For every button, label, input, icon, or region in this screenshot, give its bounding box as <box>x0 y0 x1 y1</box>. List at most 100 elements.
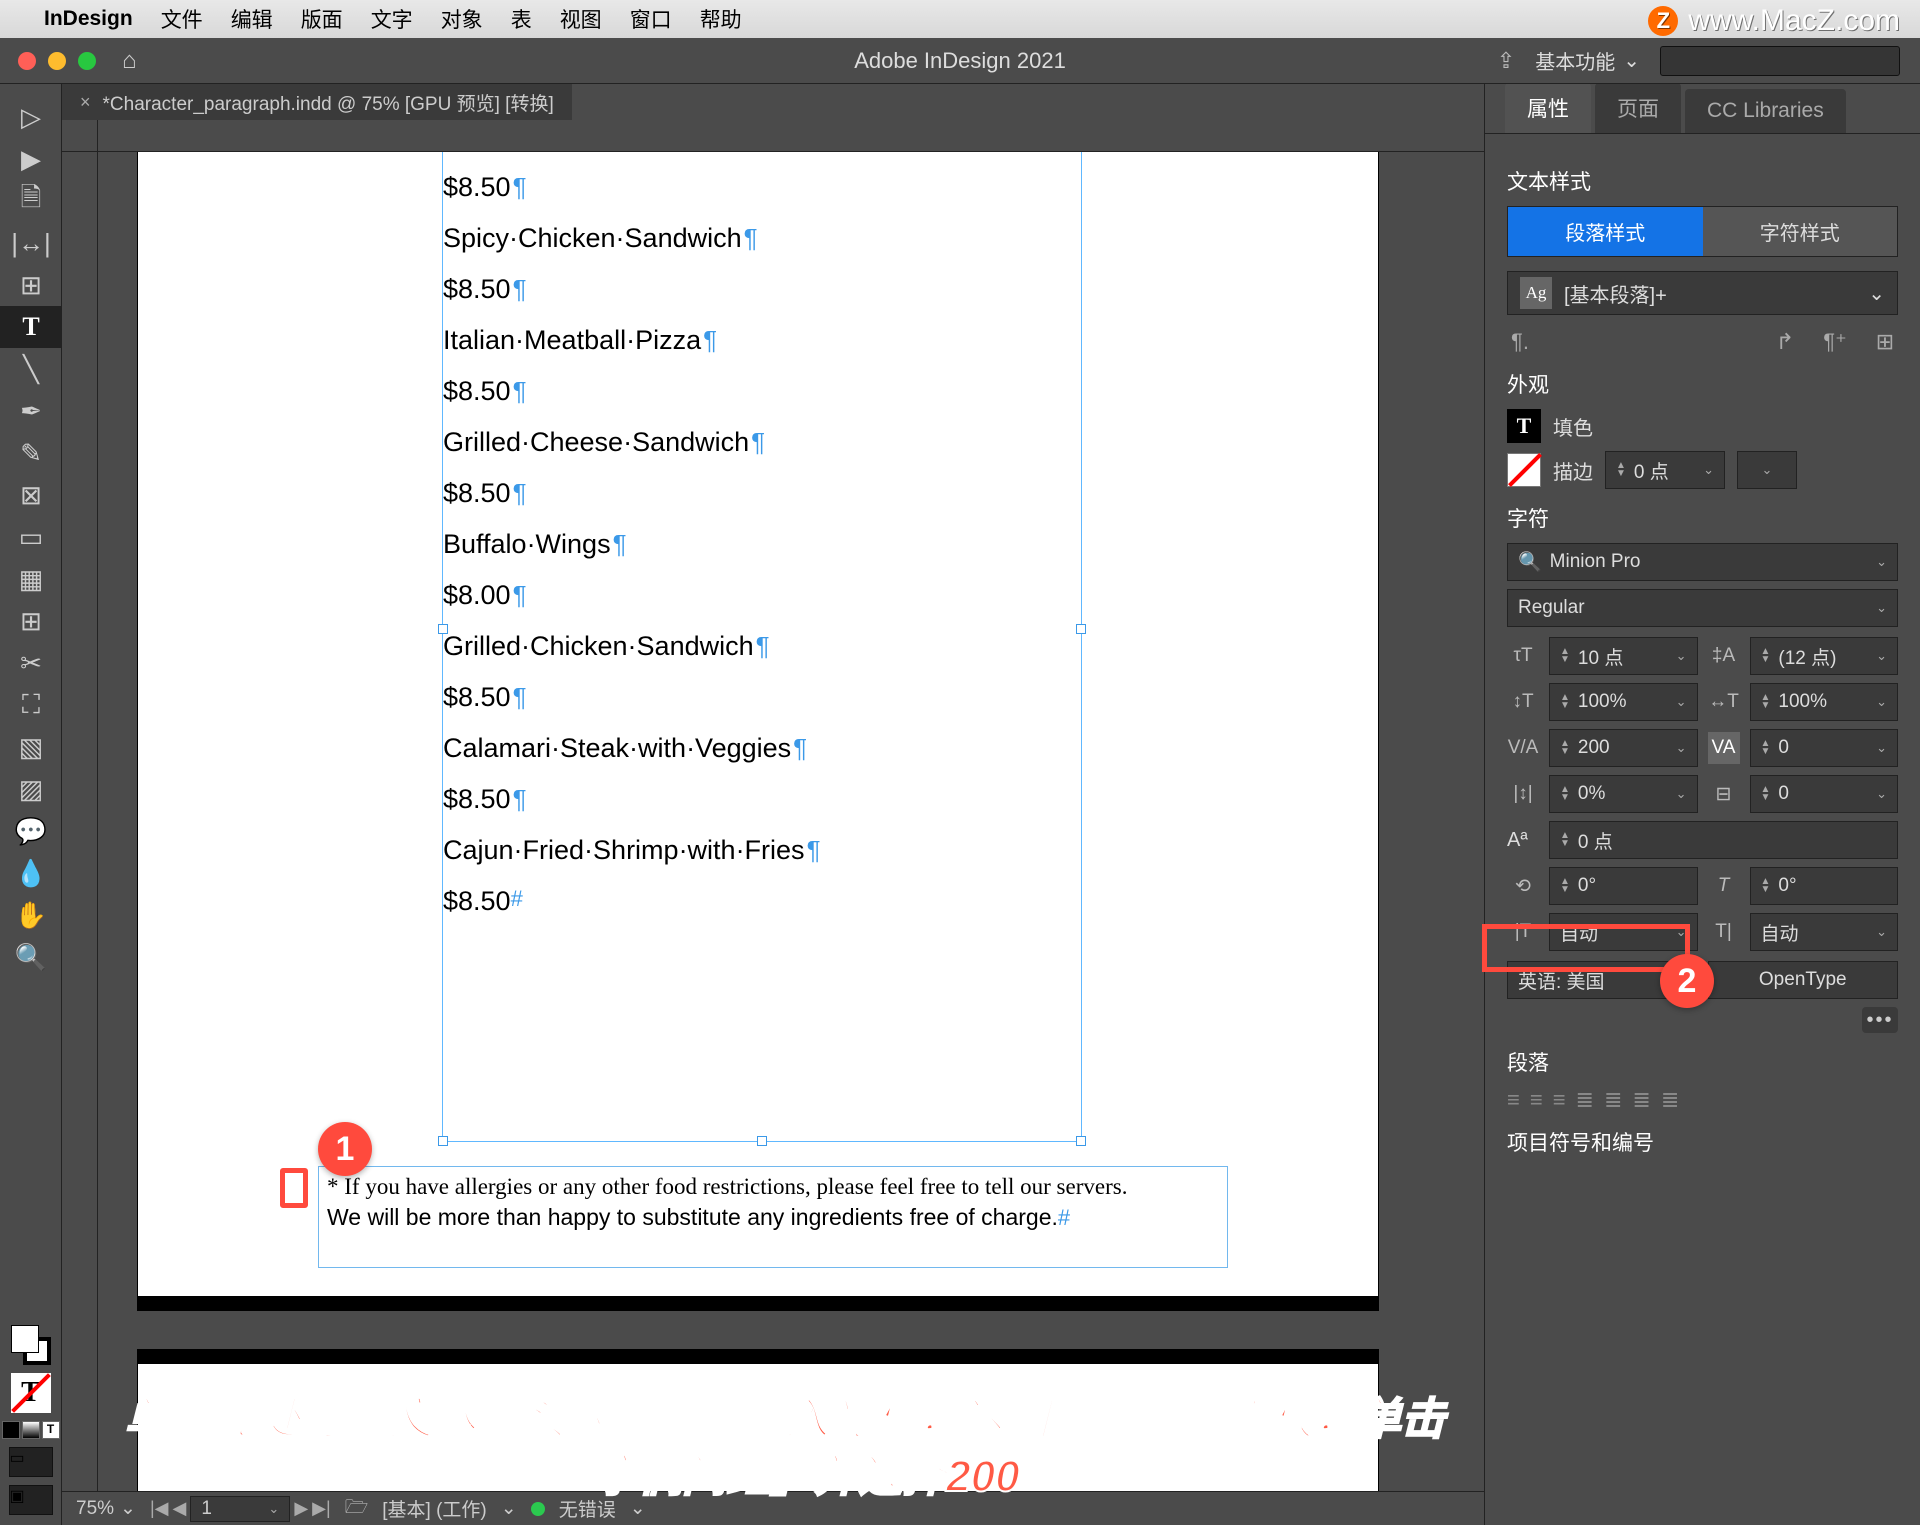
tab-pages[interactable]: 页面 <box>1595 83 1681 133</box>
menu-table[interactable]: 表 <box>511 4 532 34</box>
paragraph-style-tab[interactable]: 段落样式 <box>1508 207 1703 256</box>
close-tab-icon[interactable]: × <box>80 92 91 113</box>
fill-stroke-swatch[interactable] <box>11 1325 51 1365</box>
menu-window[interactable]: 窗口 <box>630 4 672 34</box>
vscale-value: 100% <box>1578 691 1627 713</box>
grid-tool-b[interactable]: ⊞ <box>0 600 62 642</box>
tab-cc-libraries[interactable]: CC Libraries <box>1685 89 1846 133</box>
gradient-swatch-tool[interactable]: ▧ <box>0 726 62 768</box>
handle[interactable] <box>1076 1136 1086 1146</box>
app-menu[interactable]: InDesign <box>44 7 133 31</box>
font-weight-select[interactable]: Regular ⌄ <box>1507 589 1898 627</box>
menu-view[interactable]: 视图 <box>560 4 602 34</box>
handle[interactable] <box>438 624 448 634</box>
paragraph-style-select[interactable]: Ag [基本段落]+ ⌄ <box>1507 271 1898 315</box>
close-window-button[interactable] <box>18 52 36 70</box>
font-family-select[interactable]: 🔍 Minion Pro ⌄ <box>1507 543 1898 581</box>
search-input[interactable] <box>1660 46 1900 76</box>
end-story-mark: # <box>511 888 523 915</box>
font-size-field[interactable]: ▲▼10 点⌄ <box>1549 637 1698 675</box>
hscale-field[interactable]: ▲▼100%⌄ <box>1750 683 1899 721</box>
align-center-button[interactable]: ≡ <box>1530 1087 1543 1113</box>
paragraph-mark: ¶ <box>513 378 527 405</box>
paragraph-mark: ¶ <box>793 735 807 762</box>
scissors-tool[interactable]: ✂ <box>0 642 62 684</box>
hand-tool[interactable]: ✋ <box>0 894 62 936</box>
menu-type[interactable]: 文字 <box>371 4 413 34</box>
annotation-badge-1: 1 <box>318 1122 372 1176</box>
new-style-icon[interactable]: ↱ <box>1772 329 1798 355</box>
rectangle-tool[interactable]: ▭ <box>0 516 62 558</box>
note-tool[interactable]: 💬 <box>0 810 62 852</box>
workspace-selector[interactable]: 基本功能 ⌄ <box>1535 46 1640 75</box>
pen-tool[interactable]: ✒ <box>0 390 62 432</box>
character-style-tab[interactable]: 字符样式 <box>1703 207 1898 256</box>
menu-text-line: Grilled·Chicken·Sandwich¶ <box>443 633 1081 660</box>
leading-field[interactable]: ▲▼(12 点)⌄ <box>1750 637 1899 675</box>
rectangle-frame-tool[interactable]: ⊠ <box>0 474 62 516</box>
menu-text-line: Spicy·Chicken·Sandwich¶ <box>443 225 1081 252</box>
align-left-button[interactable]: ≡ <box>1507 1087 1520 1113</box>
stroke-color-swatch[interactable] <box>1507 453 1541 487</box>
auto-b-field[interactable]: 自动⌄ <box>1750 913 1899 951</box>
content-collector-tool[interactable]: ⊞ <box>0 264 62 306</box>
more-options-button[interactable]: ••• <box>1862 1007 1898 1033</box>
share-icon[interactable]: ⇪ <box>1497 48 1515 74</box>
zoom-tool[interactable]: 🔍 <box>0 936 62 978</box>
formatting-t-icon[interactable]: T <box>11 1373 51 1413</box>
document-tab[interactable]: × *Character_paragraph.indd @ 75% [GPU 预… <box>62 83 572 122</box>
gradient-feather-tool[interactable]: ▨ <box>0 768 62 810</box>
gap-tool[interactable]: |↔| <box>0 222 62 264</box>
stroke-style-select[interactable]: ⌄ <box>1737 451 1797 489</box>
type-tool[interactable]: T <box>0 306 62 348</box>
document-viewport[interactable]: Pepper·Jack·Burger¶$8.50¶Spicy·Chicken·S… <box>62 120 1484 1491</box>
pencil-tool[interactable]: ✎ <box>0 432 62 474</box>
justify-all-button[interactable]: ≣ <box>1661 1087 1679 1113</box>
note-text-frame[interactable]: * If you have allergies or any other foo… <box>318 1166 1228 1268</box>
justify-right-button[interactable]: ≣ <box>1632 1087 1650 1113</box>
menu-layout[interactable]: 版面 <box>301 4 343 34</box>
vscale-field[interactable]: ▲▼100%⌄ <box>1549 683 1698 721</box>
screen-mode-button[interactable]: ▣ <box>9 1485 53 1515</box>
minimize-window-button[interactable] <box>48 52 66 70</box>
plus-icon[interactable]: ⊞ <box>1872 329 1898 355</box>
selection-tool[interactable]: ▷ <box>0 96 62 138</box>
baseline-shift-field[interactable]: ▲▼0 点 <box>1549 821 1898 859</box>
stroke-weight-field[interactable]: ▲▼ 0 点 ⌄ <box>1605 451 1725 489</box>
grid-tool-a[interactable]: ▦ <box>0 558 62 600</box>
line-tool[interactable]: ╲ <box>0 348 62 390</box>
tracking-field[interactable]: ▲▼0⌄ <box>1750 729 1899 767</box>
color-mode-row[interactable]: T <box>2 1421 60 1439</box>
menu-object[interactable]: 对象 <box>441 4 483 34</box>
direct-selection-tool[interactable]: ▶ <box>0 138 62 180</box>
clear-style-icon[interactable]: ¶⁺ <box>1822 329 1848 355</box>
text-frame[interactable]: Pepper·Jack·Burger¶$8.50¶Spicy·Chicken·S… <box>442 120 1082 1142</box>
align-right-button[interactable]: ≡ <box>1553 1087 1566 1113</box>
justify-center-button[interactable]: ≣ <box>1604 1087 1622 1113</box>
eyedropper-tool[interactable]: 💧 <box>0 852 62 894</box>
kerning-field[interactable]: ▲▼200⌄ <box>1549 729 1698 767</box>
maximize-window-button[interactable] <box>78 52 96 70</box>
char-rotate-field[interactable]: ▲▼0° <box>1549 867 1698 905</box>
home-icon[interactable]: ⌂ <box>122 47 137 75</box>
tab-properties[interactable]: 属性 <box>1505 83 1591 133</box>
ag-icon: Ag <box>1520 277 1552 309</box>
page-tool[interactable]: 🗎 <box>0 180 62 222</box>
handle[interactable] <box>1076 624 1086 634</box>
tsume-field[interactable]: ▲▼0⌄ <box>1750 775 1899 813</box>
view-mode-button[interactable]: ▭ <box>9 1447 53 1477</box>
opentype-button[interactable]: OpenType <box>1708 961 1899 999</box>
paragraph-mark-icon[interactable]: ¶. <box>1507 329 1533 355</box>
handle[interactable] <box>757 1136 767 1146</box>
font-family-value: Minion Pro <box>1550 551 1641 573</box>
baseline-pct-field[interactable]: ▲▼0%⌄ <box>1549 775 1698 813</box>
free-transform-tool[interactable]: ⛶ <box>0 684 62 726</box>
leading-icon: ‡A <box>1708 640 1740 672</box>
skew-field[interactable]: ▲▼0° <box>1750 867 1899 905</box>
justify-left-button[interactable]: ≣ <box>1576 1087 1594 1113</box>
menu-help[interactable]: 帮助 <box>700 4 742 34</box>
fill-color-swatch[interactable]: T <box>1507 409 1541 443</box>
handle[interactable] <box>438 1136 448 1146</box>
menu-file[interactable]: 文件 <box>161 4 203 34</box>
menu-edit[interactable]: 编辑 <box>231 4 273 34</box>
